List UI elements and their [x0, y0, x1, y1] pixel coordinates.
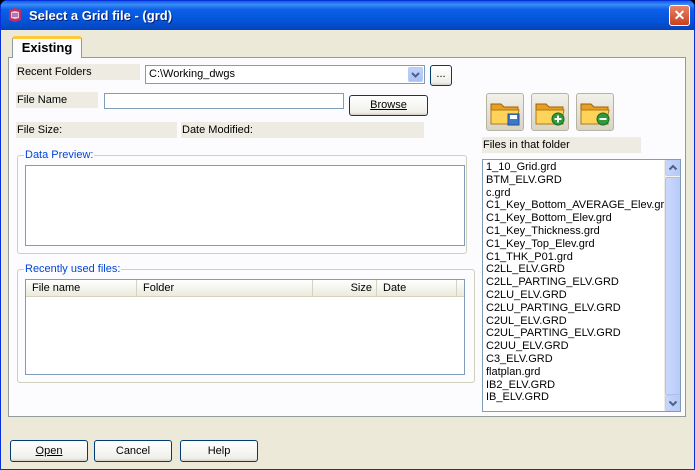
- cancel-button[interactable]: Cancel: [94, 440, 172, 462]
- files-in-folder-label: Files in that folder: [482, 137, 641, 153]
- file-list-item[interactable]: IB2_ELV.GRD: [483, 379, 665, 392]
- file-list-item[interactable]: C2UL_ELV.GRD: [483, 315, 665, 328]
- close-icon[interactable]: ✕: [669, 5, 690, 26]
- files-in-folder-list[interactable]: 1_10_Grid.grd BTM_ELV.GRD c.grd C1_Key_Bott…: [482, 159, 681, 412]
- app-icon: [7, 7, 23, 23]
- file-list-item[interactable]: C1_THK_P01.grd: [483, 251, 665, 264]
- file-list-item[interactable]: C1_Key_Bottom_Elev.grd: [483, 212, 665, 225]
- file-list-item[interactable]: c.grd: [483, 187, 665, 200]
- column-folder[interactable]: Folder: [137, 280, 313, 297]
- dialog-client: Existing Recent Folders C:\Working_dwgs …: [4, 30, 691, 467]
- file-name-label: File Name: [16, 92, 98, 108]
- file-list-item[interactable]: C2LL_ELV.GRD: [483, 263, 665, 276]
- recent-folders-label: Recent Folders: [16, 64, 140, 80]
- folder-add-icon: [535, 103, 565, 126]
- file-name-input[interactable]: [104, 93, 344, 109]
- scroll-down-button[interactable]: [665, 395, 680, 411]
- chevron-up-icon: [668, 164, 678, 171]
- folder-open-icon: [490, 103, 520, 126]
- file-list-item[interactable]: BTM_ELV.GRD: [483, 174, 665, 187]
- title-bar[interactable]: Select a Grid file - (grd) ✕: [1, 1, 694, 30]
- file-list-item[interactable]: C3_ELV.GRD: [483, 353, 665, 366]
- column-date[interactable]: Date: [377, 280, 457, 297]
- file-size-label: File Size:: [16, 122, 177, 138]
- file-list-item[interactable]: C2LU_PARTING_ELV.GRD: [483, 302, 665, 315]
- file-list-item[interactable]: C2UL_PARTING_ELV.GRD: [483, 327, 665, 340]
- open-folder-button[interactable]: [486, 93, 524, 131]
- tab-panel-existing: Recent Folders C:\Working_dwgs ... File …: [8, 57, 686, 417]
- chevron-down-icon: [668, 400, 678, 407]
- recent-files-header: File name Folder Size Date: [26, 280, 464, 297]
- scroll-up-button[interactable]: [665, 160, 680, 176]
- file-list-item[interactable]: C1_Key_Bottom_AVERAGE_Elev.grd: [483, 199, 670, 212]
- recent-files-list[interactable]: File name Folder Size Date: [25, 279, 465, 375]
- file-list-item[interactable]: C2UU_ELV.GRD: [483, 340, 665, 353]
- recent-files-group: Recently used files: File name Folder Si…: [17, 263, 475, 383]
- files-scrollbar[interactable]: [664, 160, 680, 411]
- dialog-window: Select a Grid file - (grd) ✕ Existing Re…: [0, 0, 695, 470]
- tab-existing[interactable]: Existing: [12, 36, 82, 58]
- help-button[interactable]: Help: [180, 440, 258, 462]
- remove-folder-button[interactable]: [576, 93, 614, 131]
- column-size[interactable]: Size: [313, 280, 377, 297]
- browse-button[interactable]: Browse: [349, 95, 428, 116]
- date-modified-label: Date Modified:: [181, 122, 424, 138]
- file-list-item[interactable]: flatplan.grd: [483, 366, 665, 379]
- data-preview-title: Data Preview:: [24, 149, 95, 162]
- file-items: 1_10_Grid.grd BTM_ELV.GRD c.grd C1_Key_Bott…: [483, 161, 670, 404]
- recent-folders-dropdown[interactable]: C:\Working_dwgs: [145, 65, 425, 84]
- file-list-item[interactable]: 1_10_Grid.grd: [483, 161, 665, 174]
- folder-remove-icon: [580, 103, 610, 126]
- file-list-item[interactable]: C1_Key_Top_Elev.grd: [483, 238, 665, 251]
- chevron-down-icon[interactable]: [408, 67, 423, 82]
- open-button[interactable]: Open: [10, 440, 88, 462]
- file-list-item[interactable]: C1_Key_Thickness.grd: [483, 225, 665, 238]
- file-list-item[interactable]: C2LU_ELV.GRD: [483, 289, 665, 302]
- add-folder-button[interactable]: [531, 93, 569, 131]
- data-preview-area[interactable]: [25, 165, 465, 246]
- file-list-item[interactable]: C2LL_PARTING_ELV.GRD: [483, 276, 665, 289]
- recent-files-title: Recently used files:: [24, 263, 122, 276]
- column-file-name[interactable]: File name: [26, 280, 137, 297]
- browse-folder-button[interactable]: ...: [430, 65, 452, 86]
- recent-folders-value: C:\Working_dwgs: [149, 68, 235, 80]
- file-list-item[interactable]: IB_ELV.GRD: [483, 391, 665, 404]
- scroll-thumb[interactable]: [665, 177, 680, 395]
- data-preview-group: Data Preview:: [17, 149, 467, 254]
- window-title: Select a Grid file - (grd): [29, 8, 173, 23]
